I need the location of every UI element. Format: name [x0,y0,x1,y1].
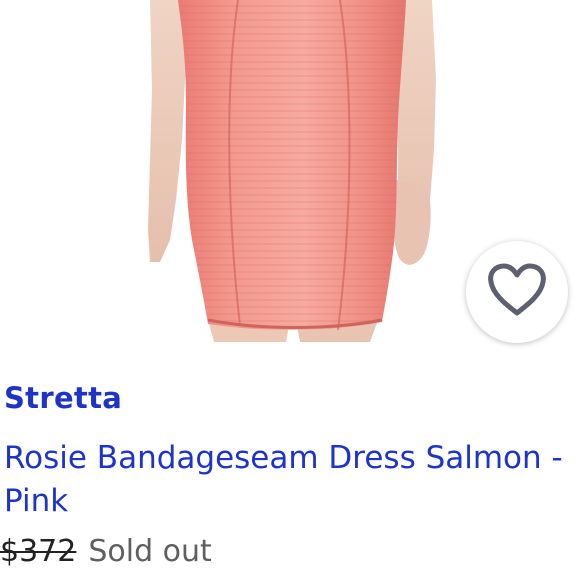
listing-title-line-2: Pink [4,483,69,519]
listing-title[interactable]: Rosie Bandageseam Dress Salmon - Pink [4,437,578,523]
original-price: $372 [0,534,77,569]
sold-out-status: Sold out [88,534,212,569]
price-row: $372 Sold out [0,534,212,576]
brand-link[interactable]: Stretta [4,380,122,416]
listing-card[interactable]: Stretta Rosie Bandageseam Dress Salmon -… [0,0,580,580]
like-button[interactable] [466,241,568,343]
listing-title-line-1: Rosie Bandageseam Dress Salmon - [4,440,563,476]
heart-outline-icon [487,263,547,321]
